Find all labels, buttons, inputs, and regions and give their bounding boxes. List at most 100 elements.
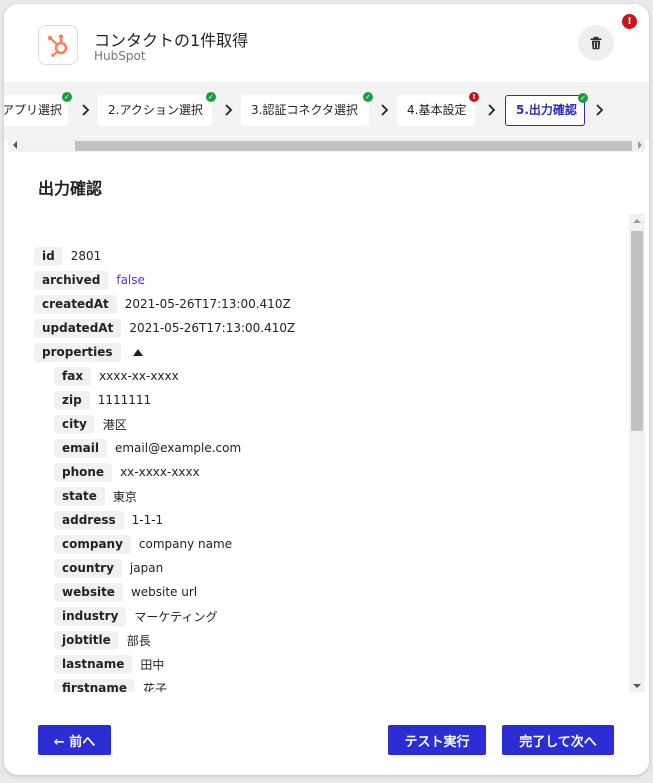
scrollbar-thumb[interactable] bbox=[75, 141, 632, 151]
scroll-up-arrow-icon[interactable] bbox=[633, 219, 641, 223]
field-value: xxxx-xx-xxxx bbox=[99, 369, 179, 383]
output-row-properties[interactable]: properties bbox=[34, 340, 624, 364]
chevron-right-icon bbox=[82, 104, 90, 116]
horizontal-scrollbar[interactable] bbox=[8, 138, 645, 152]
field-value: 東京 bbox=[112, 489, 137, 504]
chevron-right-icon bbox=[381, 104, 389, 116]
field-key: properties bbox=[34, 342, 121, 362]
property-row-email: email email@example.com bbox=[34, 436, 624, 460]
field-value: japan bbox=[129, 561, 164, 575]
properties-list: fax xxxx-xx-xxxx zip 1111111 city 港区 email emai… bbox=[34, 364, 624, 692]
property-row-phone: phone xx-xxxx-xxxx bbox=[34, 460, 624, 484]
check-icon: ✓ bbox=[578, 93, 588, 103]
check-icon: ✓ bbox=[363, 92, 373, 102]
property-row-fax: fax xxxx-xx-xxxx bbox=[34, 364, 624, 388]
field-key: lastname bbox=[54, 654, 133, 674]
field-key: createdAt bbox=[34, 294, 117, 314]
step-label: 2.アクション選択 bbox=[108, 103, 203, 117]
output-row-updatedat: updatedAt 2021-05-26T17:13:00.410Z bbox=[34, 316, 624, 340]
field-value: 1-1-1 bbox=[131, 513, 164, 527]
output-row-createdat: createdAt 2021-05-26T17:13:00.410Z bbox=[34, 292, 624, 316]
delete-button[interactable] bbox=[578, 25, 614, 61]
output-tree: id 2801 archived false createdAt 2021-05… bbox=[34, 244, 624, 692]
field-key: company bbox=[54, 534, 131, 554]
complete-next-button[interactable]: 完了して次へ bbox=[502, 725, 614, 755]
field-key: jobtitle bbox=[54, 630, 119, 650]
field-value: xx-xxxx-xxxx bbox=[120, 465, 200, 479]
field-key: zip bbox=[54, 390, 90, 410]
field-key: industry bbox=[54, 606, 127, 626]
header: コンタクトの1件取得 HubSpot ! bbox=[4, 4, 649, 82]
step-label: アプリ選択 bbox=[4, 103, 63, 117]
scrollbar-thumb[interactable] bbox=[631, 231, 643, 431]
property-row-firstname: firstname 花子 bbox=[34, 676, 624, 692]
field-key: state bbox=[54, 486, 105, 506]
vertical-scrollbar[interactable] bbox=[629, 214, 645, 692]
field-value: 田中 bbox=[140, 657, 165, 672]
output-row-archived: archived false bbox=[34, 268, 624, 292]
property-row-company: company company name bbox=[34, 532, 624, 556]
property-row-country: country japan bbox=[34, 556, 624, 580]
field-key: country bbox=[54, 558, 122, 578]
app-name: HubSpot bbox=[94, 49, 146, 63]
trash-icon bbox=[590, 36, 602, 50]
section-title: 出力確認 bbox=[38, 179, 103, 198]
field-key: city bbox=[54, 414, 95, 434]
scroll-left-arrow-icon[interactable] bbox=[13, 141, 17, 149]
check-icon: ✓ bbox=[62, 92, 72, 102]
property-row-industry: industry マーケティング bbox=[34, 604, 624, 628]
step-tabs: アプリ選択 ✓ 2.アクション選択 ✓ 3.認証コネクタ選択 ✓ 4.基本設定 … bbox=[4, 82, 649, 140]
field-value: マーケティング bbox=[134, 609, 218, 624]
chevron-right-icon bbox=[225, 104, 233, 116]
field-key: email bbox=[54, 438, 107, 458]
scroll-down-arrow-icon[interactable] bbox=[633, 684, 641, 688]
error-icon: ! bbox=[469, 92, 479, 102]
field-value: website url bbox=[130, 585, 198, 599]
modal-panel: コンタクトの1件取得 HubSpot ! アプリ選択 ✓ 2.アクション選択 ✓… bbox=[4, 4, 649, 775]
step-app-select[interactable]: アプリ選択 ✓ bbox=[4, 92, 72, 126]
field-value: 2801 bbox=[70, 249, 102, 263]
step-output-check[interactable]: 5.出力確認 ✓ bbox=[505, 93, 588, 126]
step-label: 3.認証コネクタ選択 bbox=[251, 103, 358, 117]
field-key: phone bbox=[54, 462, 113, 482]
output-row-id: id 2801 bbox=[34, 244, 624, 268]
field-key: website bbox=[54, 582, 123, 602]
property-row-website: website website url bbox=[34, 580, 624, 604]
field-key: address bbox=[54, 510, 124, 530]
check-icon: ✓ bbox=[206, 92, 216, 102]
page-title: コンタクトの1件取得 bbox=[94, 31, 249, 50]
property-row-zip: zip 1111111 bbox=[34, 388, 624, 412]
test-run-button[interactable]: テスト実行 bbox=[388, 725, 486, 755]
prev-button[interactable]: ← 前へ bbox=[38, 725, 111, 755]
field-value: false bbox=[116, 273, 145, 287]
field-key: archived bbox=[34, 270, 109, 290]
field-value: 花子 bbox=[142, 681, 167, 693]
field-value: email@example.com bbox=[114, 441, 242, 455]
field-value: 1111111 bbox=[97, 393, 152, 407]
property-row-jobtitle: jobtitle 部長 bbox=[34, 628, 624, 652]
field-key: firstname bbox=[54, 678, 135, 692]
hubspot-logo-icon bbox=[38, 25, 78, 65]
field-value: 部長 bbox=[126, 633, 151, 648]
property-row-city: city 港区 bbox=[34, 412, 624, 436]
step-label: 4.基本設定 bbox=[407, 103, 467, 117]
field-value: 2021-05-26T17:13:00.410Z bbox=[129, 321, 296, 335]
field-value: company name bbox=[138, 537, 233, 551]
property-row-address: address 1-1-1 bbox=[34, 508, 624, 532]
field-value: 2021-05-26T17:13:00.410Z bbox=[124, 297, 291, 311]
alert-badge: ! bbox=[622, 14, 637, 29]
property-row-state: state 東京 bbox=[34, 484, 624, 508]
property-row-lastname: lastname 田中 bbox=[34, 652, 624, 676]
chevron-right-icon bbox=[596, 104, 604, 116]
chevron-right-icon bbox=[488, 104, 496, 116]
collapse-toggle-icon[interactable] bbox=[132, 348, 143, 356]
field-key: id bbox=[34, 246, 63, 266]
step-action-select[interactable]: 2.アクション選択 ✓ bbox=[98, 92, 216, 126]
scroll-right-arrow-icon[interactable] bbox=[638, 141, 642, 149]
field-value: 港区 bbox=[102, 417, 127, 432]
step-connector-select[interactable]: 3.認証コネクタ選択 ✓ bbox=[241, 92, 373, 126]
field-key: updatedAt bbox=[34, 318, 122, 338]
step-basic-settings[interactable]: 4.基本設定 ! bbox=[397, 92, 479, 126]
step-label: 5.出力確認 bbox=[516, 103, 577, 117]
field-key: fax bbox=[54, 366, 92, 386]
